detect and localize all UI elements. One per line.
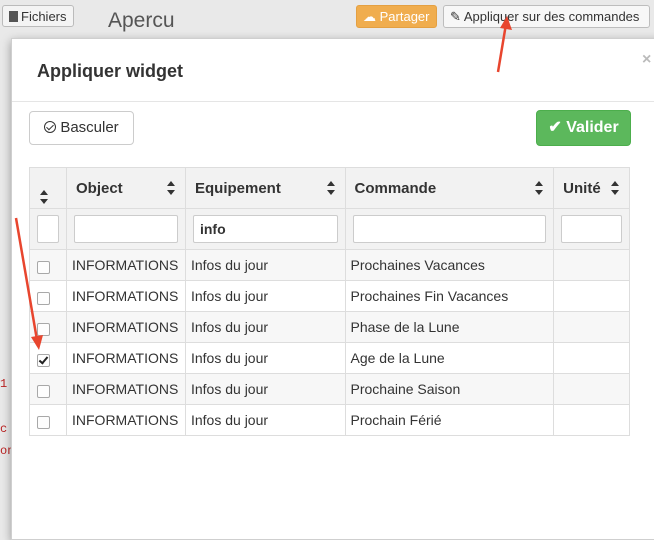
unit-cell (553, 404, 630, 436)
filter-cell-object (66, 208, 186, 250)
object-cell: INFORMATIONS (66, 249, 186, 281)
row-checkbox[interactable] (37, 322, 50, 336)
equipment-cell: Infos du jour (184, 280, 346, 312)
equipment-cell: Infos du jour (184, 342, 346, 374)
column-header-select[interactable] (29, 167, 67, 209)
apply-to-commands-button[interactable]: ✎ Appliquer sur des commandes (443, 5, 650, 28)
cloud-upload-icon: ☁ (363, 9, 376, 24)
circle-check-icon (44, 121, 57, 133)
row-checkbox-checked[interactable] (37, 353, 50, 367)
object-cell: INFORMATIONS (66, 280, 186, 312)
unit-filter-input[interactable] (561, 215, 622, 243)
command-cell: Prochaine Saison (344, 373, 555, 405)
equipment-filter-input[interactable] (192, 215, 338, 243)
row-checkbox[interactable] (37, 415, 50, 429)
unit-cell (553, 280, 630, 312)
object-cell: INFORMATIONS (66, 404, 186, 436)
command-cell: Phase de la Lune (344, 311, 555, 343)
command-cell: Prochain Férié (344, 404, 555, 436)
sort-icon (611, 181, 620, 195)
table-row: INFORMATIONS Infos du jour Phase de la L… (29, 311, 630, 343)
object-filter-input[interactable] (74, 215, 178, 243)
column-header-equipment[interactable]: Equipement (184, 167, 346, 209)
close-icon[interactable]: × (642, 51, 651, 69)
object-cell: INFORMATIONS (66, 342, 186, 374)
sort-icon (40, 190, 49, 204)
unit-cell (553, 373, 630, 405)
background-toolbar: Fichiers Apercu ☁ Partager ✎ Appliquer s… (0, 0, 654, 36)
table-row: INFORMATIONS Infos du jour Age de la Lun… (29, 342, 630, 374)
apply-widget-modal: Appliquer widget × Basculer ✔ Valider Ob… (11, 38, 654, 540)
code-fragment: 1 (0, 377, 8, 391)
object-cell: INFORMATIONS (66, 311, 186, 343)
unit-cell (553, 249, 630, 281)
table-row: INFORMATIONS Infos du jour Prochaine Sai… (29, 373, 630, 405)
commands-table: Object Equipement Commande Unité INFORMA… (29, 167, 630, 436)
row-checkbox[interactable] (37, 384, 50, 398)
share-button[interactable]: ☁ Partager (356, 5, 437, 28)
table-row: INFORMATIONS Infos du jour Prochaines Fi… (29, 280, 630, 312)
row-checkbox[interactable] (37, 260, 50, 274)
files-button[interactable]: Fichiers (2, 5, 74, 27)
sort-icon (166, 181, 176, 195)
sort-icon (326, 181, 336, 195)
filter-cell-select (29, 208, 67, 250)
file-icon (9, 11, 18, 22)
command-cell: Prochaines Fin Vacances (344, 280, 555, 312)
modal-title: Appliquer widget (37, 61, 183, 81)
pencil-icon: ✎ (450, 9, 461, 24)
equipment-cell: Infos du jour (184, 404, 346, 436)
page-title: Apercu (108, 9, 175, 32)
command-filter-input[interactable] (352, 215, 547, 243)
object-cell: INFORMATIONS (66, 373, 186, 405)
equipment-cell: Infos du jour (184, 249, 346, 281)
column-header-command[interactable]: Commande (344, 167, 555, 209)
table-row: INFORMATIONS Infos du jour Prochain Féri… (29, 404, 630, 436)
sort-icon (535, 181, 544, 195)
filter-cell-command (344, 208, 555, 250)
filter-cell-unit (553, 208, 630, 250)
row-checkbox[interactable] (37, 291, 50, 305)
column-header-object[interactable]: Object (66, 167, 186, 209)
unit-cell (553, 311, 630, 343)
equipment-cell: Infos du jour (184, 311, 346, 343)
table-row: INFORMATIONS Infos du jour Prochaines Va… (29, 249, 630, 281)
command-cell: Age de la Lune (344, 342, 555, 374)
code-fragment: c (0, 422, 8, 436)
commands-table-wrapper: Object Equipement Commande Unité INFORMA… (29, 167, 630, 436)
validate-button[interactable]: ✔ Valider (536, 110, 631, 146)
modal-header: Appliquer widget × (12, 39, 654, 102)
check-icon: ✔ (548, 119, 562, 136)
command-cell: Prochaines Vacances (344, 249, 555, 281)
filter-cell-equipment (184, 208, 346, 250)
column-header-unit[interactable]: Unité (553, 167, 630, 209)
equipment-cell: Infos du jour (184, 373, 346, 405)
toggle-button[interactable]: Basculer (29, 111, 134, 145)
select-filter-input[interactable] (37, 215, 59, 243)
unit-cell (553, 342, 630, 374)
